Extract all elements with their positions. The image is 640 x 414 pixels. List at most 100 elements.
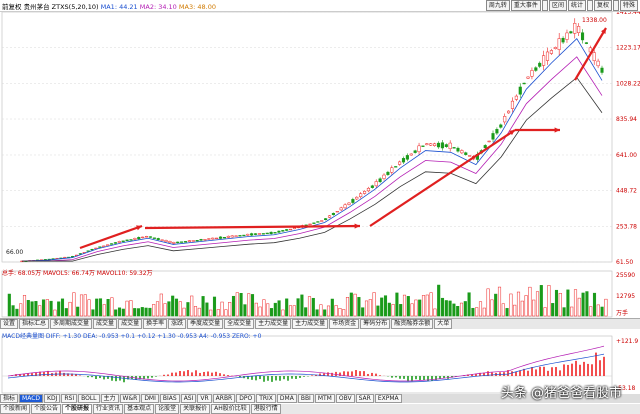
indicator-tab-2[interactable]: KDJ <box>44 394 61 403</box>
analysis-tab-5[interactable]: 换手率 <box>143 319 168 329</box>
candle-body <box>355 196 359 200</box>
info-tab-1[interactable]: 个股公告 <box>31 404 62 414</box>
analysis-tab-1[interactable]: 指标汇总 <box>19 319 50 329</box>
price-tick-label: 61.50 <box>616 259 633 266</box>
adjust-mode[interactable]: 前复权 <box>2 3 22 11</box>
indicator-tab-14[interactable]: DMA <box>276 394 297 403</box>
indicator-tab-18[interactable]: SAR <box>355 394 374 403</box>
info-tab-7[interactable]: AH股价比较 <box>211 404 250 414</box>
top-button-5[interactable] <box>586 0 593 11</box>
volume-bar <box>300 294 304 317</box>
info-tab-8[interactable]: 港股行情 <box>250 404 281 414</box>
candle-body <box>129 239 133 241</box>
analysis-tab-8[interactable]: 全成交量 <box>224 319 255 329</box>
analysis-tab-0[interactable]: 设置 <box>0 319 19 329</box>
candle-body <box>460 150 464 154</box>
indicator-tab-3[interactable]: RSI <box>61 394 78 403</box>
info-tab-3[interactable]: 行业资讯 <box>93 404 124 414</box>
analysis-tab-14[interactable]: 大单 <box>434 319 453 329</box>
volume-bar <box>433 308 437 317</box>
volume-bar <box>193 306 198 317</box>
candle-body <box>269 231 273 235</box>
analysis-tab-9[interactable]: 主力成交量 <box>255 319 292 329</box>
volume-bar <box>372 292 376 317</box>
volume-bar <box>475 307 479 317</box>
indicator-tab-10[interactable]: VR <box>197 394 212 403</box>
volume-bar <box>19 303 23 317</box>
analysis-tab-2[interactable]: 多周期成交量 <box>50 319 93 329</box>
indicator-tab-8[interactable]: BIAS <box>159 394 180 403</box>
price-tick-label: 1028.22 <box>616 80 640 87</box>
info-tab-6[interactable]: 关联报价 <box>180 404 211 414</box>
analysis-tab-3[interactable]: 成交量 <box>93 319 118 329</box>
candle-body <box>191 240 195 242</box>
info-tab-4[interactable]: 基本观点 <box>124 404 155 414</box>
candle-body <box>530 70 534 77</box>
indicator-tab-16[interactable]: MTM <box>314 394 335 403</box>
indicator-tab-13[interactable]: TRIX <box>256 394 276 403</box>
volume-bar <box>98 298 103 317</box>
candle-body <box>452 147 456 149</box>
candle-body <box>195 240 199 242</box>
analysis-tab-12[interactable]: 筹码分布 <box>360 319 391 329</box>
candle-body <box>378 178 382 183</box>
indicator-tab-6[interactable]: W&R <box>119 394 141 403</box>
indicator-tab-5[interactable]: 主力 <box>100 394 119 403</box>
top-button-1[interactable]: 重大事件 <box>510 0 541 11</box>
volume-bar <box>110 297 114 317</box>
info-tabs: 个股新闻 个股公告 个股研报 行业资讯 基本观点 论股堂 关联报价 AH股价比较 港股行情 <box>0 404 640 414</box>
volume-bar <box>277 300 281 317</box>
indicator-tab-1[interactable]: MACD <box>19 394 44 403</box>
candle-body <box>327 215 332 218</box>
volume-bar <box>353 293 357 317</box>
analysis-tab-4[interactable]: 成交量 <box>118 319 143 329</box>
top-button-6[interactable]: 复权 <box>593 0 612 11</box>
volume-bar <box>554 289 559 317</box>
indicator-tab-12[interactable]: DPO <box>236 394 256 403</box>
volume-bar <box>334 305 338 317</box>
top-button-7[interactable] <box>612 0 619 11</box>
analysis-tab-10[interactable]: 主力成交量 <box>292 319 329 329</box>
analysis-tab-13[interactable]: 融资融券余额 <box>391 319 434 329</box>
top-button-4[interactable]: 统计 <box>567 0 586 11</box>
candle-body <box>133 238 137 240</box>
candle-body <box>215 237 219 240</box>
volume-bar <box>125 300 129 317</box>
info-tab-2[interactable]: 个股研报 <box>62 404 93 414</box>
candle-body <box>456 147 460 152</box>
indicator-tab-7[interactable]: DMI <box>141 394 159 403</box>
candle-body <box>464 152 468 155</box>
analysis-tab-11[interactable]: 市场资金 <box>329 319 360 329</box>
candle-body <box>592 52 596 62</box>
candle-body <box>199 239 203 241</box>
volume-bar <box>231 295 236 317</box>
volume-bar <box>304 307 308 317</box>
volume-bar <box>513 304 517 317</box>
candle-body <box>363 191 367 194</box>
volume-bar <box>349 292 353 317</box>
top-button-3[interactable]: 区间 <box>548 0 567 11</box>
volume-bar <box>342 309 346 317</box>
indicator-tab-11[interactable]: ARBR <box>212 394 236 403</box>
top-button-8[interactable]: 特殊 <box>619 0 638 11</box>
volume-bar <box>486 288 490 317</box>
volume-bar <box>76 306 80 317</box>
indicator-tab-4[interactable]: BOLL <box>78 394 100 403</box>
top-button-2[interactable] <box>541 0 548 11</box>
indicator-tab-15[interactable]: BBI <box>297 394 314 403</box>
volume-bar <box>178 301 182 317</box>
info-tab-0[interactable]: 个股新闻 <box>0 404 31 414</box>
indicator-tab-9[interactable]: ASI <box>180 394 197 403</box>
top-button-0[interactable]: 周九转 <box>485 0 510 11</box>
indicator-tab-0[interactable]: 指标 <box>0 394 19 403</box>
analysis-tab-7[interactable]: 季度成交量 <box>187 319 224 329</box>
indicator-tab-17[interactable]: OBV <box>335 394 355 403</box>
trend-arrow-2 <box>144 224 361 230</box>
candle-body <box>172 242 176 244</box>
price-tick-label: 835.94 <box>616 116 637 123</box>
volume-bar <box>197 307 201 317</box>
info-tab-5[interactable]: 论股堂 <box>155 404 180 414</box>
candle-body <box>538 62 542 67</box>
indicator-tab-19[interactable]: EXPMA <box>374 394 402 403</box>
analysis-tab-6[interactable]: 涨跌 <box>168 319 187 329</box>
